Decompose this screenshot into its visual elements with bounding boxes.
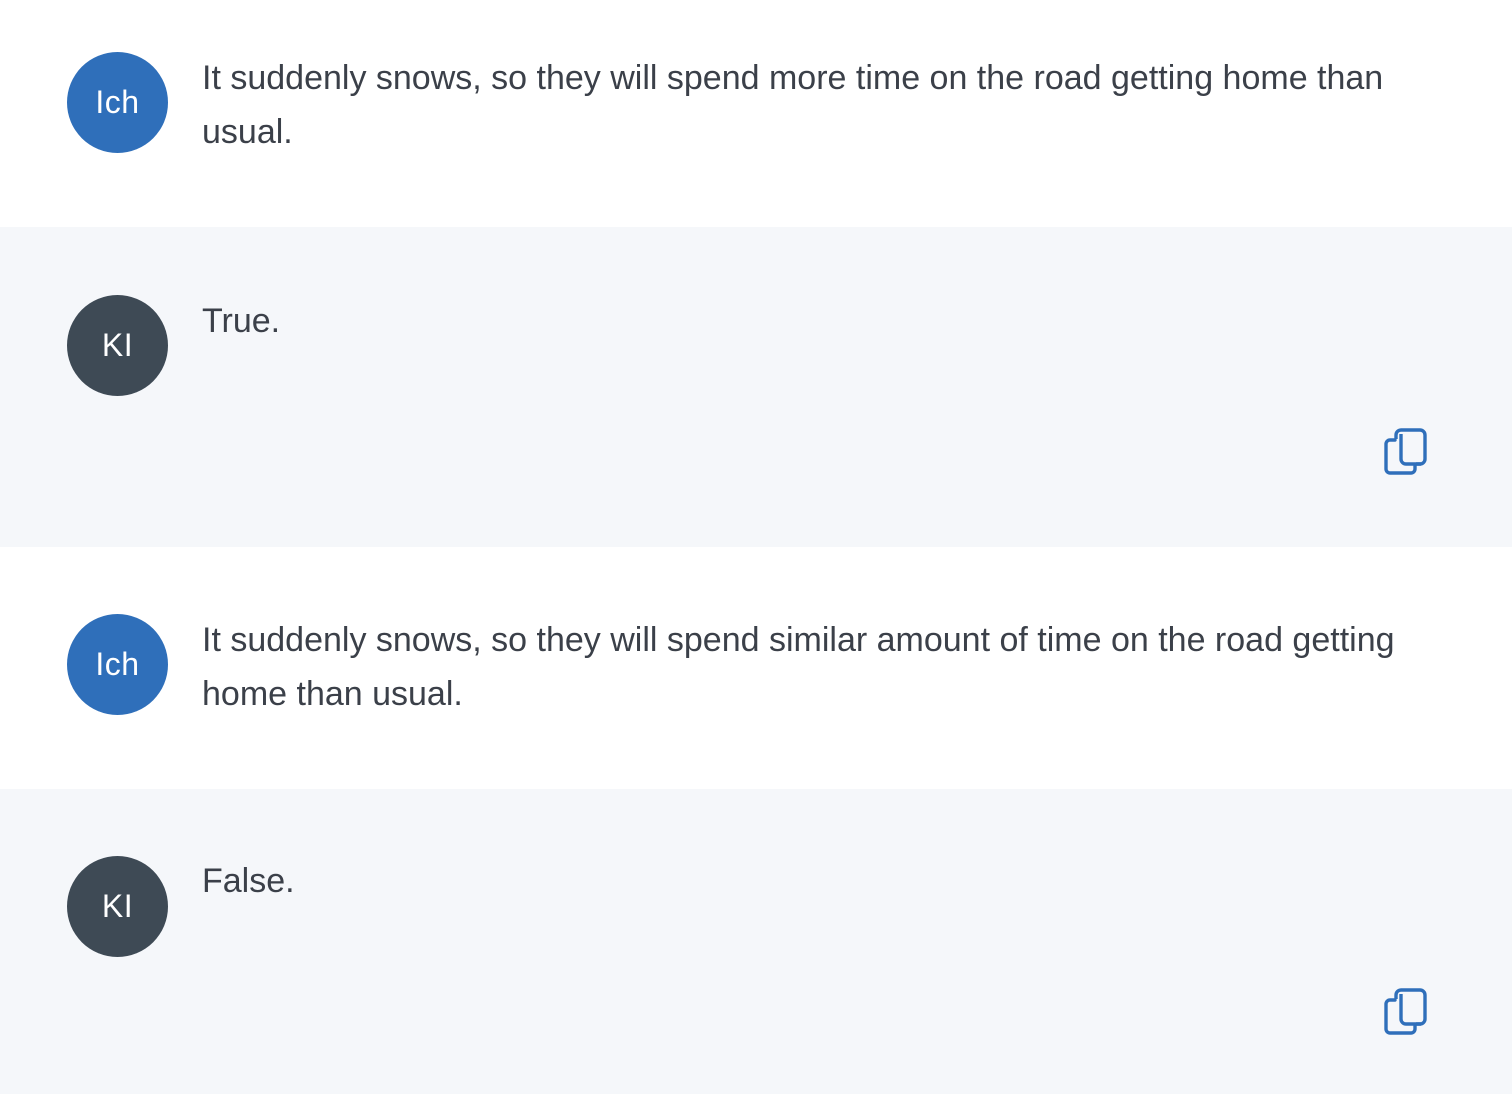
chat-transcript: Ich It suddenly snows, so they will spen… bbox=[0, 0, 1512, 1094]
copy-icon bbox=[1384, 428, 1427, 475]
ai-avatar: KI bbox=[67, 295, 168, 396]
ai-message-text: True. bbox=[202, 302, 281, 340]
copy-button[interactable] bbox=[1383, 988, 1431, 1038]
user-message-text: It suddenly snows, so they will spend si… bbox=[202, 621, 1395, 713]
ai-message: KI False. bbox=[0, 789, 1512, 1094]
copy-icon bbox=[1384, 988, 1427, 1035]
user-avatar: Ich bbox=[67, 52, 168, 153]
ai-message-text: False. bbox=[202, 862, 295, 900]
copy-button[interactable] bbox=[1383, 428, 1431, 478]
user-message-text: It suddenly snows, so they will spend mo… bbox=[202, 59, 1384, 151]
user-message: Ich It suddenly snows, so they will spen… bbox=[0, 0, 1512, 227]
ai-message: KI True. bbox=[0, 227, 1512, 547]
user-message: Ich It suddenly snows, so they will spen… bbox=[0, 547, 1512, 789]
ai-avatar: KI bbox=[67, 856, 168, 957]
user-avatar: Ich bbox=[67, 614, 168, 715]
